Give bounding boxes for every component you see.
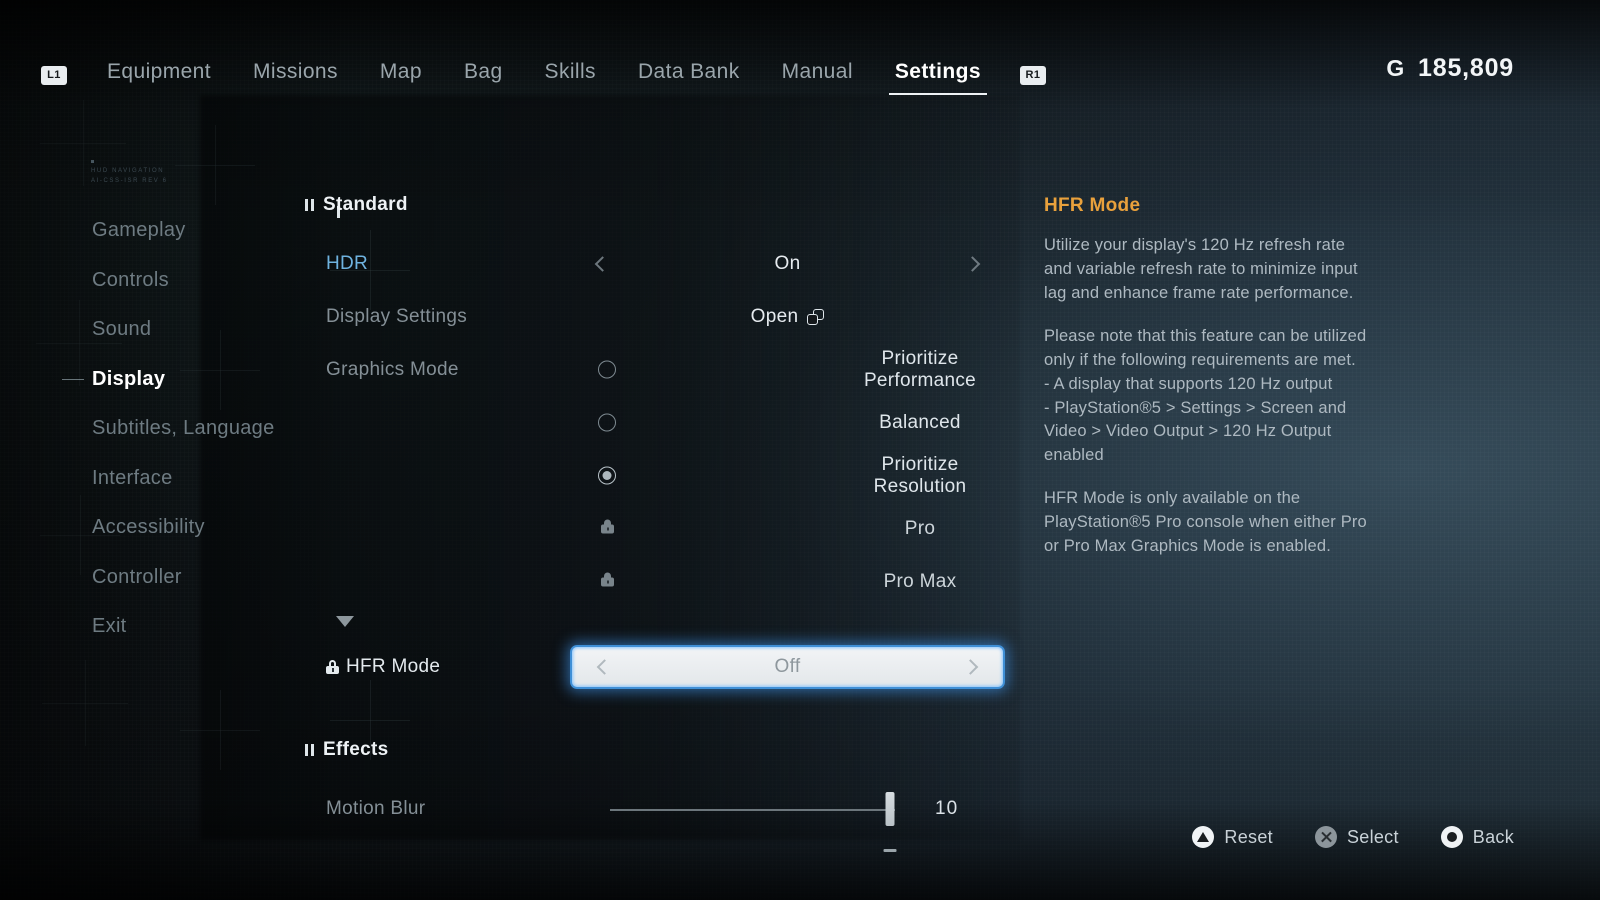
tab-settings[interactable]: Settings [888,56,987,95]
sidebar-item-display[interactable]: Display [62,355,332,405]
chevron-left-icon[interactable] [594,255,611,272]
option-label-display-settings: Display Settings [326,305,468,327]
tab-skills[interactable]: Skills [545,56,596,95]
option-value-hfr-mode-wrap: Off [570,645,1005,689]
circle-button-icon [1440,826,1463,848]
prompt-back[interactable]: Back [1440,826,1514,848]
option-row-display-settings[interactable]: Display Settings Open [305,290,1005,343]
tab-missions[interactable]: Missions [253,56,338,95]
sidebar-item-exit[interactable]: Exit [92,602,332,652]
currency-amount: 185,809 [1418,54,1514,82]
description-title: HFR Mode [1044,195,1141,216]
option-label-graphics-mode: Graphics Mode [326,358,459,380]
option-label-motion-blur: Motion Blur [326,797,426,819]
option-value-display-settings[interactable]: Open [570,297,1005,337]
option-label-prioritize-performance: Prioritize Performance [863,347,977,391]
option-row-graphics-mode-prioritize-performance[interactable]: Graphics Mode Prioritize Performance [305,343,1005,396]
prompt-select[interactable]: Select [1314,826,1399,848]
lock-icon [601,519,614,538]
option-row-graphics-mode-pro-max: Pro Max [305,555,1005,608]
section-bullet-icon [305,744,314,756]
sidebar-item-interface[interactable]: Interface [92,454,332,504]
description-paragraph: HFR Mode is only available on the PlaySt… [1044,489,1367,556]
tab-manual[interactable]: Manual [782,56,853,95]
hud-tag-line-1: HUD NAVIGATION [91,168,165,174]
top-navigation-bar: L1 Equipment Missions Map Bag Skills Dat… [0,52,1600,98]
sidebar-item-controls[interactable]: Controls [92,256,332,306]
slider-track[interactable] [610,808,895,811]
option-label-hfr-mode: HFR Mode [346,656,441,677]
right-bumper-badge[interactable]: R1 [1019,65,1046,85]
slider-value-motion-blur: 10 [935,797,959,819]
radio-prioritize-performance[interactable] [597,360,616,379]
option-row-graphics-mode-prioritize-resolution[interactable]: Prioritize Resolution [305,449,1005,502]
tab-equipment[interactable]: Equipment [107,56,211,95]
hud-navigation-tag: HUD NAVIGATION AI-CSS-ISR REV 6 [91,160,332,186]
section-header-standard-label: Standard [323,194,408,215]
sidebar-item-controller[interactable]: Controller [92,553,332,603]
hud-tag-dot [91,160,94,163]
tab-bag[interactable]: Bag [464,56,503,95]
sidebar-item-accessibility[interactable]: Accessibility [92,503,332,553]
section-header-standard: Standard [305,190,1005,220]
tab-data-bank[interactable]: Data Bank [638,56,740,95]
prompt-label-reset: Reset [1224,826,1273,847]
settings-options-panel: Standard HDR On Display Settings Open Gr… [305,190,1005,852]
prompt-reset[interactable]: Reset [1192,826,1273,848]
triangle-button-icon [1192,826,1215,848]
section-bullet-icon [305,199,314,211]
option-row-graphics-mode-pro: Pro [305,502,1005,555]
option-value-display-settings-text: Open [750,305,799,327]
radio-prioritize-resolution[interactable] [597,466,616,485]
option-row-motion-blur[interactable]: Motion Blur 10 [305,782,1005,852]
option-label-pro-max: Pro Max [883,570,957,592]
option-label-prioritize-resolution: Prioritize Resolution [873,453,967,497]
description-body: Utilize your display's 120 Hz refresh ra… [1044,234,1374,559]
scroll-down-icon[interactable] [336,616,354,627]
sidebar-item-gameplay[interactable]: Gameplay [92,206,332,256]
left-bumper-badge[interactable]: L1 [41,65,67,85]
option-value-hfr-mode[interactable]: Off [570,645,1005,689]
currency-display: G 185,809 [1386,54,1514,83]
chevron-left-icon[interactable] [596,659,613,675]
section-header-effects: Effects [305,735,1005,765]
option-row-hfr-mode[interactable]: HFR Mode Off [305,637,1005,697]
hud-tag-line-2: AI-CSS-ISR REV 6 [91,177,168,184]
option-row-hdr[interactable]: HDR On [305,237,1005,290]
option-label-pro: Pro [904,517,936,539]
chevron-right-icon[interactable] [964,255,981,272]
description-panel: HFR Mode Utilize your display's 120 Hz r… [1044,195,1374,559]
description-paragraph: Utilize your display's 120 Hz refresh ra… [1044,236,1358,302]
option-value-hdr[interactable]: On [570,244,1005,284]
cross-button-icon [1314,826,1337,848]
prompt-label-back: Back [1472,826,1514,847]
option-label-hdr: HDR [326,252,369,274]
slider-handle[interactable] [885,791,895,826]
sidebar-item-subtitles-language[interactable]: Subtitles, Language [92,404,332,454]
lock-icon [601,572,614,591]
radio-balanced[interactable] [597,413,616,432]
footer-button-prompts: Reset Select Back [1192,826,1514,848]
option-row-graphics-mode-balanced[interactable]: Balanced [305,396,1005,449]
section-header-effects-label: Effects [323,739,389,760]
settings-sidebar: HUD NAVIGATION AI-CSS-ISR REV 6 Gameplay… [62,160,340,652]
chevron-right-icon[interactable] [962,659,979,675]
option-label-hfr-mode-wrap: HFR Mode [305,656,570,678]
tab-map[interactable]: Map [380,56,422,95]
lock-icon [326,660,339,674]
external-link-icon [807,308,825,325]
slider-motion-blur[interactable]: 10 [570,789,1005,852]
slider-decrement-marker [883,848,897,852]
option-value-hfr-mode-text: Off [774,656,801,677]
currency-symbol: G [1386,55,1406,81]
sidebar-item-sound[interactable]: Sound [92,305,332,355]
description-paragraph: Please note that this feature can be uti… [1044,326,1367,465]
prompt-label-select: Select [1346,826,1399,847]
option-label-balanced: Balanced [879,411,961,433]
option-value-hdr-text: On [774,252,801,274]
